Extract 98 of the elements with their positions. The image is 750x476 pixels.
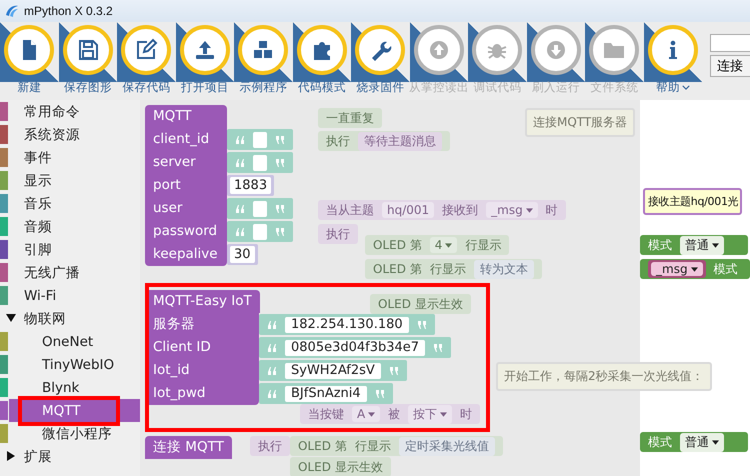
nested-block: 等待主题消息 xyxy=(358,132,442,150)
sidebar-item[interactable]: OneNet xyxy=(0,330,140,353)
text-input[interactable]: BJfSnAzni4 xyxy=(259,383,393,404)
block-dropdown[interactable]: 普通 xyxy=(680,236,724,254)
block-text: 执行 xyxy=(326,226,350,242)
close-quote-icon xyxy=(416,320,427,328)
open-quote-icon xyxy=(267,366,277,374)
open-quote-icon xyxy=(267,390,277,398)
sidebar-item[interactable]: 音频 xyxy=(0,215,140,238)
block-text: 行显示 xyxy=(354,438,391,454)
expand-triangle-icon[interactable] xyxy=(6,451,16,461)
sidebar-item[interactable]: 扩展 xyxy=(0,445,140,468)
block-dropdown[interactable]: 4 xyxy=(430,237,458,253)
block-text: 当从主题 xyxy=(326,202,374,218)
logo-icon xyxy=(4,3,20,19)
block-text: 当按键 xyxy=(308,406,344,422)
block-text: 时 xyxy=(546,202,558,218)
block-dropdown[interactable]: 普通 xyxy=(680,432,724,452)
text-input[interactable] xyxy=(227,129,293,150)
expand-triangle-icon[interactable] xyxy=(6,313,16,323)
sidebar-item[interactable]: 微信小程序 xyxy=(0,422,140,445)
caret-icon xyxy=(445,242,452,248)
block-dropdown[interactable]: 按下 xyxy=(408,404,452,424)
sidebar-item[interactable]: 无线广播 xyxy=(0,261,140,284)
block-text: OLED 第 xyxy=(298,438,347,454)
close-quote-icon xyxy=(374,390,385,398)
block-text: 执行 xyxy=(326,132,350,150)
sidebar-item[interactable]: Wi-Fi xyxy=(0,284,140,307)
open-quote-icon xyxy=(235,204,245,212)
text-input[interactable]: 0805e3d04f3b34e7 xyxy=(259,337,452,358)
block-text: 执行 xyxy=(258,438,282,454)
comment-note: 开始工作，每隔2秒采集一次光线值： xyxy=(496,362,712,391)
text-input[interactable] xyxy=(227,152,293,173)
sidebar-item[interactable]: 物联网 xyxy=(0,307,140,330)
open-quote-icon xyxy=(267,344,277,352)
close-quote-icon xyxy=(388,366,399,374)
window-title: mPython X 0.3.2 xyxy=(24,4,113,18)
nested-block: 定时采集光线值 xyxy=(398,436,495,456)
block-title: MQTT xyxy=(145,105,227,128)
text-input[interactable]: SyWH2Af2sV xyxy=(259,360,407,381)
sidebar-item[interactable]: 显示 xyxy=(0,169,140,192)
block-text: 被 xyxy=(388,406,400,422)
close-quote-icon xyxy=(275,228,285,236)
block-field[interactable]: hq/001 xyxy=(382,202,434,218)
caret-icon xyxy=(526,208,533,212)
block-label: user xyxy=(145,197,227,220)
block-text: 行显示 xyxy=(430,260,466,278)
block-text: 一直重复 xyxy=(326,110,374,126)
close-quote-icon xyxy=(275,204,285,212)
sidebar-item[interactable]: 引脚 xyxy=(0,238,140,261)
block-text: 行显示 xyxy=(465,236,502,254)
pencil-icon xyxy=(134,38,158,62)
number-input[interactable]: 1883 xyxy=(227,175,274,196)
text-input[interactable] xyxy=(227,198,293,219)
comment-note: 接收主题hq/001光 xyxy=(643,188,742,215)
block-dropdown[interactable]: _msg xyxy=(486,202,538,218)
block-text: OLED 第 xyxy=(373,236,422,254)
sidebar-item[interactable]: Blynk xyxy=(0,376,140,399)
text-input[interactable]: 182.254.130.180 xyxy=(259,314,435,335)
block-text: OLED 第 xyxy=(373,260,422,278)
block-text: 接收到 xyxy=(442,202,478,218)
block-text: 模式 xyxy=(714,260,738,278)
block-label: password xyxy=(145,220,227,243)
open-quote-icon xyxy=(235,158,245,166)
sidebar-item[interactable]: 事件 xyxy=(0,146,140,169)
comment-note: 连接MQTT服务器 xyxy=(525,108,636,137)
caret-icon xyxy=(712,440,719,444)
close-quote-icon xyxy=(433,344,444,352)
block-text: 模式 xyxy=(648,236,672,254)
sidebar-item[interactable]: MQTT xyxy=(0,399,140,422)
caret-icon xyxy=(712,242,719,248)
sidebar-item[interactable]: 音乐 xyxy=(0,192,140,215)
nested-block: 转为文本 xyxy=(474,260,534,278)
close-quote-icon xyxy=(275,136,285,144)
caret-icon xyxy=(440,412,448,416)
block-title: 连接 MQTT xyxy=(145,436,232,459)
block-label: client_id xyxy=(145,128,227,151)
sidebar-item[interactable]: 系统资源 xyxy=(0,123,140,146)
caret-icon xyxy=(368,412,376,416)
sidebar-item[interactable]: 常用命令 xyxy=(0,100,140,123)
block-text: OLED 显示生效 xyxy=(378,296,463,312)
open-quote-icon xyxy=(235,228,245,236)
block-dropdown[interactable]: A xyxy=(352,406,380,422)
open-quote-icon xyxy=(235,136,245,144)
close-quote-icon xyxy=(275,158,285,166)
caret-icon xyxy=(690,266,698,272)
sidebar-item[interactable]: TinyWebIO xyxy=(0,353,140,376)
number-input[interactable]: 30 xyxy=(227,244,258,265)
block-label: port xyxy=(145,174,227,197)
open-quote-icon xyxy=(267,320,277,328)
block-text: 时 xyxy=(460,406,472,422)
block-dropdown[interactable]: _msg xyxy=(651,262,703,276)
text-input[interactable] xyxy=(227,221,293,242)
connect-button[interactable]: 连接 xyxy=(710,55,750,77)
block-label: keepalive xyxy=(145,243,227,266)
block-label: server xyxy=(145,151,227,174)
block-text: 模式 xyxy=(648,434,672,450)
block-text: OLED 显示生效 xyxy=(298,458,383,476)
